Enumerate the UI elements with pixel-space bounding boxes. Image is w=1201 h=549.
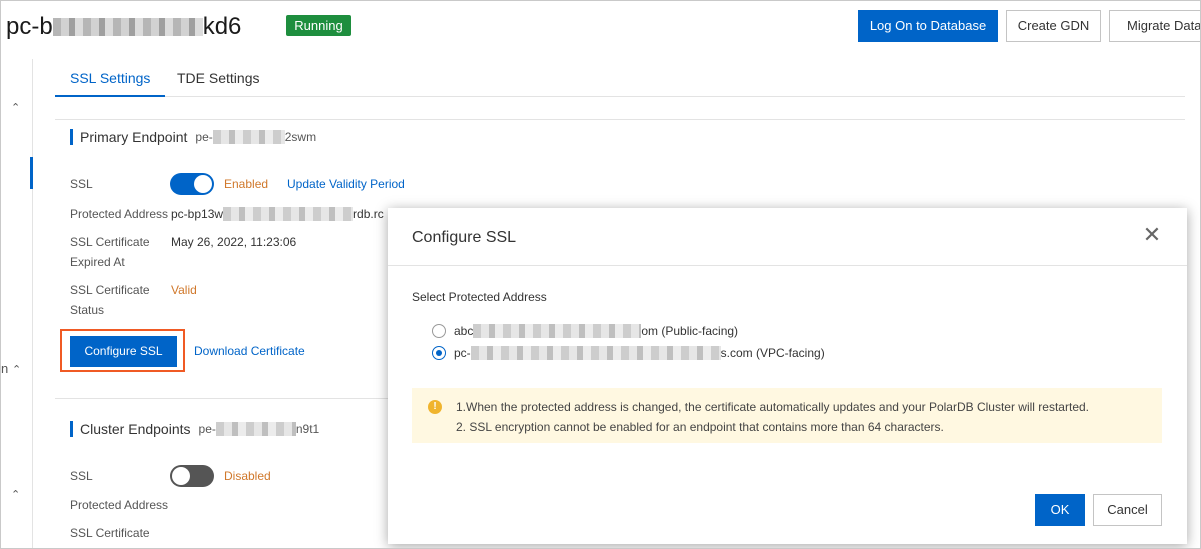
primary-endpoint-label: Primary Endpoint (80, 129, 188, 145)
cert-status-label-line2: Status (70, 303, 105, 317)
nav-partial-label: n (1, 361, 9, 376)
cluster-cert-label: SSL Certificate (70, 526, 150, 540)
download-certificate-link[interactable]: Download Certificate (194, 341, 305, 361)
radio-button[interactable] (432, 324, 446, 338)
radio-button-checked[interactable] (432, 346, 446, 360)
endpoint-id-suffix: n9t1 (295, 422, 320, 436)
ssl-toggle[interactable] (170, 173, 214, 195)
redacted-address (473, 324, 642, 338)
cert-status-value: Valid (171, 283, 197, 297)
option-prefix: pc- (454, 346, 471, 360)
tab-ssl-settings[interactable]: SSL Settings (55, 61, 166, 97)
endpoint-id-prefix: pe- (195, 130, 213, 144)
protected-address-value: pc-bp13w rdb.rc (171, 204, 384, 224)
option-suffix: om (Public-facing) (641, 324, 739, 338)
notice-line-1: 1.When the protected address is changed,… (456, 400, 1089, 414)
address-option-public[interactable]: abc om (Public-facing) (432, 324, 738, 338)
ssl-status: Enabled (224, 177, 269, 191)
endpoint-id-suffix: 2swm (284, 130, 317, 144)
console-page: pc-b kd6 Running Log On to Database Crea… (0, 0, 1201, 549)
primary-endpoint-title: Primary Endpoint pe- 2swm (70, 129, 316, 145)
cluster-ssl-status: Disabled (224, 469, 271, 483)
section-divider (55, 119, 1185, 120)
cert-expire-label: SSL Certificate Expired At (70, 232, 150, 272)
warning-icon: ! (428, 400, 442, 414)
ssl-label: SSL (70, 177, 93, 191)
cluster-ssl-toggle[interactable] (170, 465, 214, 487)
migrate-data-button[interactable]: Migrate Data t (1109, 10, 1200, 42)
status-badge: Running (286, 15, 351, 36)
cluster-title-suffix: kd6 (202, 13, 242, 40)
cert-status-label-line1: SSL Certificate (70, 283, 150, 297)
configure-ssl-button[interactable]: Configure SSL (70, 336, 177, 367)
dialog-divider (388, 265, 1187, 266)
protected-address-label: Protected Address (70, 207, 169, 221)
redacted-endpoint-id (215, 422, 296, 436)
close-icon[interactable]: ✕ (1141, 224, 1163, 246)
redacted-address (470, 346, 721, 360)
collapse-chevron-up-icon[interactable]: ⌃ (11, 488, 20, 501)
redacted-endpoint-id (212, 130, 285, 144)
configure-ssl-highlight: Configure SSL (60, 329, 185, 372)
log-on-database-button[interactable]: Log On to Database (858, 10, 998, 42)
option-prefix: abc (454, 324, 474, 338)
tab-tde-settings[interactable]: TDE Settings (162, 61, 274, 97)
settings-tabs: SSL Settings TDE Settings (55, 61, 1185, 97)
cert-expire-value: May 26, 2022, 11:23:06 (171, 235, 297, 249)
address-option-vpc[interactable]: pc- s.com (VPC-facing) (432, 346, 825, 360)
primary-endpoint-id: pe- 2swm (195, 129, 316, 145)
cert-expire-label-line2: Expired At (70, 255, 125, 269)
cluster-title-prefix: pc-b (6, 13, 53, 40)
toggle-knob (172, 467, 190, 485)
cert-status-label: SSL Certificate Status (70, 280, 150, 320)
warning-notice: ! 1.When the protected address is change… (412, 388, 1162, 443)
cluster-endpoints-label: Cluster Endpoints (80, 421, 191, 437)
cluster-endpoints-title: Cluster Endpoints pe- n9t1 (70, 421, 319, 437)
cluster-endpoint-id: pe- n9t1 (198, 421, 320, 437)
redacted-cluster-id (52, 18, 203, 36)
ok-button[interactable]: OK (1035, 494, 1085, 526)
protected-address-prefix: pc-bp13w (171, 207, 224, 221)
left-nav (1, 59, 33, 548)
update-validity-link[interactable]: Update Validity Period (287, 174, 405, 194)
redacted-address (223, 207, 354, 221)
cert-expire-label-line1: SSL Certificate (70, 235, 150, 249)
create-gdn-button[interactable]: Create GDN (1006, 10, 1101, 42)
cluster-title: pc-b kd6 (6, 13, 241, 41)
configure-ssl-dialog: Configure SSL ✕ Select Protected Address… (388, 208, 1187, 544)
nav-active-indicator (30, 157, 33, 189)
protected-address-suffix: rdb.rc (353, 207, 384, 221)
option-suffix: s.com (VPC-facing) (720, 346, 825, 360)
endpoint-id-prefix: pe- (198, 422, 216, 436)
toggle-knob (194, 175, 212, 193)
dialog-title: Configure SSL (412, 229, 517, 246)
cancel-button[interactable]: Cancel (1093, 494, 1162, 526)
cluster-protected-address-label: Protected Address (70, 498, 169, 512)
select-address-label: Select Protected Address (412, 290, 547, 304)
collapse-chevron-up-icon[interactable]: ⌃ (11, 101, 20, 114)
notice-line-2: 2. SSL encryption cannot be enabled for … (456, 420, 944, 434)
collapse-chevron-up-icon[interactable]: ⌃ (12, 363, 21, 376)
cluster-ssl-label: SSL (70, 469, 93, 483)
